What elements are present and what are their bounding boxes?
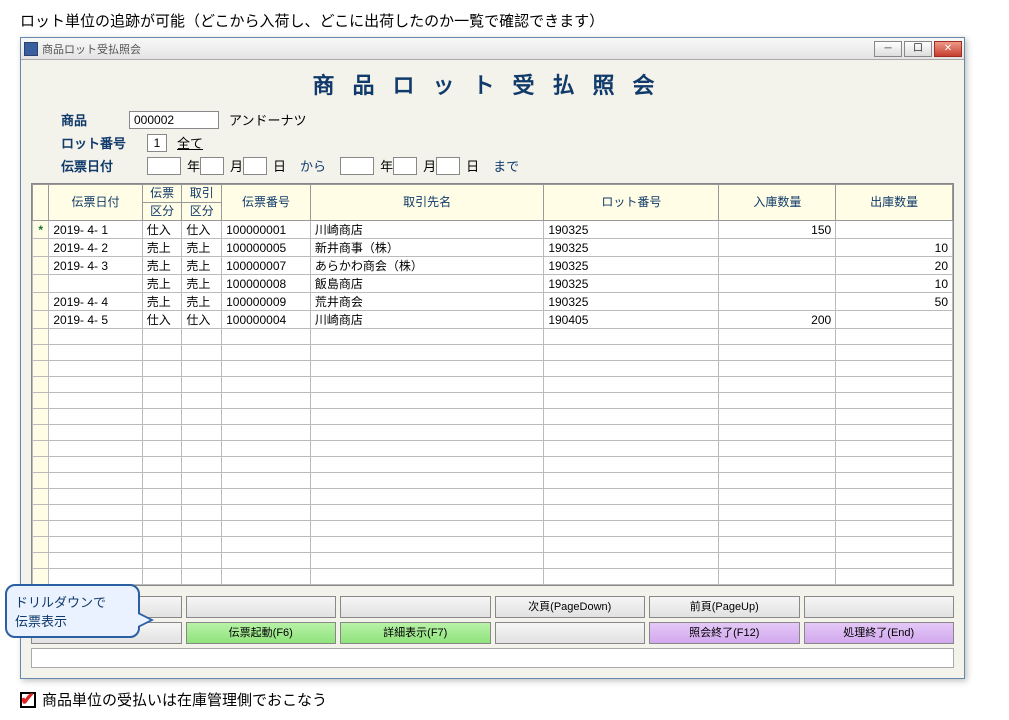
table-row[interactable]: 2019- 4- 3売上売上100000007あらかわ商会（株）19032520	[33, 257, 953, 275]
table-row	[33, 537, 953, 553]
table-row[interactable]: *2019- 4- 1仕入仕入100000001川崎商店190325150	[33, 221, 953, 239]
table-row[interactable]: 2019- 4- 5仕入仕入100000004川崎商店190405200	[33, 311, 953, 329]
titlebar: 商品ロット受払照会 ─ 口 ✕	[21, 38, 964, 60]
col-lot: ロット番号	[544, 185, 719, 221]
table-row	[33, 393, 953, 409]
footer-buttons: 次頁(PageDown) 前頁(PageUp) 伝票起動(F6) 詳細表示(F7…	[31, 596, 954, 668]
check-icon	[20, 692, 36, 708]
table-row	[33, 377, 953, 393]
unit-day2: 日	[466, 156, 479, 175]
result-grid: 伝票日付 伝票 取引 伝票番号 取引先名 ロット番号 入庫数量 出庫数量 区分 …	[31, 183, 954, 586]
page-caption: ロット単位の追跡が可能（どこから入荷し、どこに出荷したのか一覧で確認できます）	[20, 10, 989, 31]
slip-open-button[interactable]: 伝票起動(F6)	[186, 622, 337, 644]
table-row	[33, 489, 953, 505]
product-name: アンドーナツ	[229, 110, 306, 129]
bottom-note: 商品単位の受払いは在庫管理側でおこなう	[42, 689, 327, 710]
message-bar	[31, 648, 954, 668]
to-year-input[interactable]	[340, 157, 374, 175]
unit-month2: 月	[423, 156, 436, 175]
table-row	[33, 329, 953, 345]
col-out: 出庫数量	[836, 185, 953, 221]
from-label: から	[300, 156, 326, 175]
unit-year: 年	[187, 156, 200, 175]
page-up-button[interactable]: 前頁(PageUp)	[649, 596, 800, 618]
unit-day: 日	[273, 156, 286, 175]
query-end-button[interactable]: 照会終了(F12)	[649, 622, 800, 644]
table-row	[33, 409, 953, 425]
table-row	[33, 521, 953, 537]
maximize-button[interactable]: 口	[904, 41, 932, 57]
col-marker	[33, 185, 49, 221]
titlebar-text: 商品ロット受払照会	[42, 41, 141, 57]
app-icon	[24, 42, 38, 56]
col-slip-no: 伝票番号	[222, 185, 311, 221]
table-row	[33, 505, 953, 521]
product-label: 商品	[61, 110, 121, 129]
minimize-button[interactable]: ─	[874, 41, 902, 57]
btn-empty-3	[340, 596, 491, 618]
from-day-input[interactable]	[243, 157, 267, 175]
table-row	[33, 553, 953, 569]
close-button[interactable]: ✕	[934, 41, 962, 57]
col-deal-kbn2: 区分	[182, 203, 222, 221]
col-slip-kbn1: 伝票	[142, 185, 182, 203]
table-row[interactable]: 2019- 4- 4売上売上100000009荒井商会19032550	[33, 293, 953, 311]
lot-no-suffix: 全て	[177, 133, 203, 152]
col-partner: 取引先名	[310, 185, 544, 221]
table-row	[33, 345, 953, 361]
product-code-input[interactable]	[129, 111, 219, 129]
page-down-button[interactable]: 次頁(PageDown)	[495, 596, 646, 618]
col-deal-kbn1: 取引	[182, 185, 222, 203]
to-day-input[interactable]	[436, 157, 460, 175]
unit-month: 月	[230, 156, 243, 175]
col-in: 入庫数量	[719, 185, 836, 221]
from-year-input[interactable]	[147, 157, 181, 175]
table-row	[33, 457, 953, 473]
app-window: 商品ロット受払照会 ─ 口 ✕ 商品ロット受払照会 商品 アンドーナツ ロット番…	[20, 37, 965, 679]
detail-button[interactable]: 詳細表示(F7)	[340, 622, 491, 644]
table-row	[33, 569, 953, 585]
table-row	[33, 361, 953, 377]
btn-empty-2	[186, 596, 337, 618]
to-month-input[interactable]	[393, 157, 417, 175]
btn-empty-4	[804, 596, 955, 618]
drilldown-callout: ドリルダウンで 伝票表示	[5, 584, 140, 638]
col-date: 伝票日付	[49, 185, 142, 221]
proc-end-button[interactable]: 処理終了(End)	[804, 622, 955, 644]
slip-date-label: 伝票日付	[61, 156, 139, 175]
unit-year2: 年	[380, 156, 393, 175]
btn-empty-6	[495, 622, 646, 644]
screen-title: 商品ロット受払照会	[31, 68, 954, 100]
from-month-input[interactable]	[200, 157, 224, 175]
lot-no-input[interactable]	[147, 134, 167, 152]
table-row[interactable]: 2019- 4- 2売上売上100000005新井商事（株）19032510	[33, 239, 953, 257]
table-row[interactable]: 売上売上100000008飯島商店19032510	[33, 275, 953, 293]
table-row	[33, 441, 953, 457]
lot-no-label: ロット番号	[61, 133, 139, 152]
table-row	[33, 425, 953, 441]
to-label: まで	[493, 156, 519, 175]
table-row	[33, 473, 953, 489]
col-slip-kbn2: 区分	[142, 203, 182, 221]
